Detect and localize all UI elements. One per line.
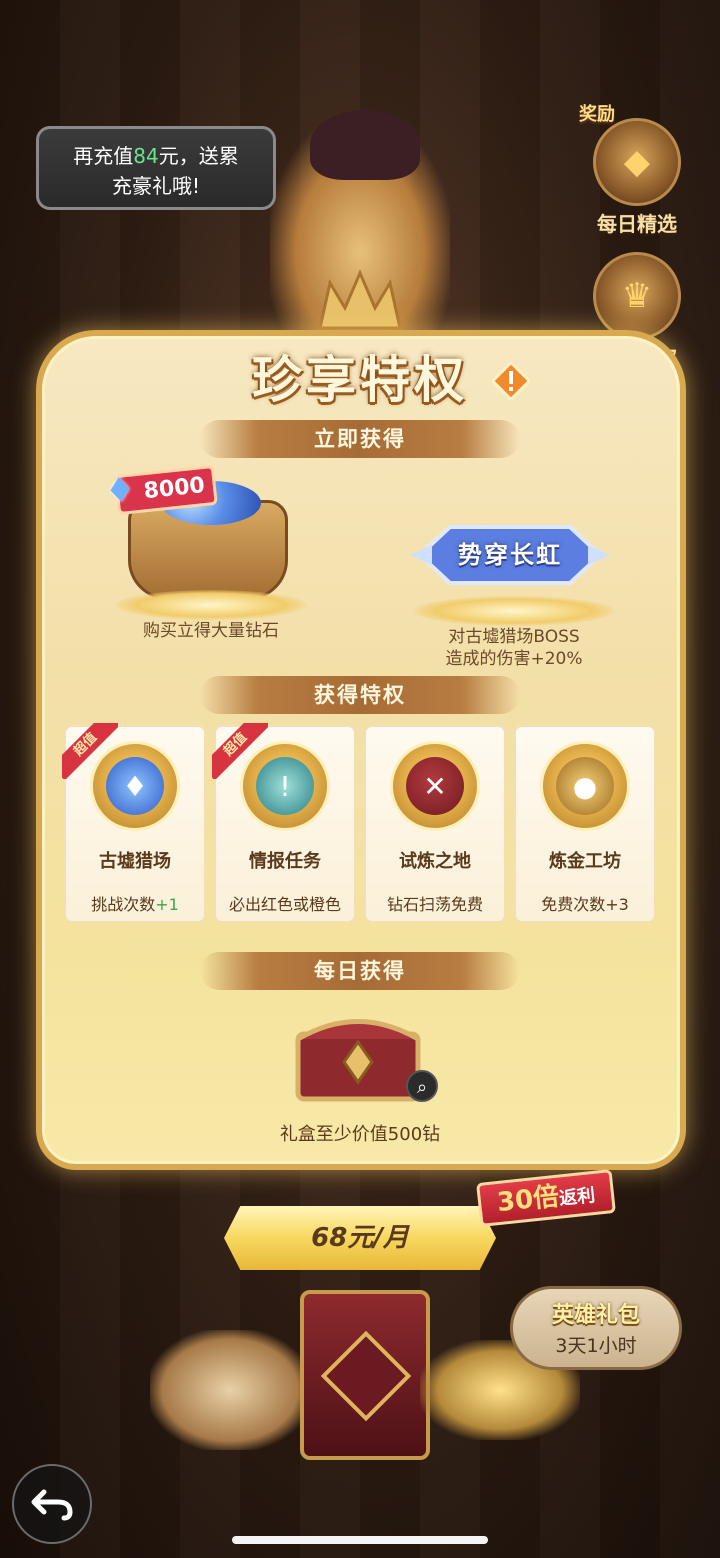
bubble-text-line2: 充豪礼哦! (111, 174, 201, 198)
scroll-pile-decoration (150, 1330, 310, 1450)
red-chest-decoration (300, 1290, 430, 1460)
pedestal (414, 596, 614, 626)
bubble-text-pre: 再充值 (73, 144, 134, 168)
diamond-bag-image (128, 481, 288, 600)
privilege-card[interactable]: ● 炼金工坊 免费次数+3 (514, 725, 656, 923)
reward-tag: 奖励 (579, 104, 615, 125)
emblem (320, 1330, 412, 1422)
privilege-name: 试炼之地 (399, 851, 471, 872)
privilege-desc: 钻石扫荡免费 (386, 895, 483, 914)
buff-name: 势穿长虹 (458, 541, 562, 569)
section-daily-header: 每日获得 (200, 952, 520, 990)
instant-buff-reward: 对古墟猎场BOSS 造成的伤害+20% (404, 596, 624, 670)
privilege-name: 古墟猎场 (99, 851, 171, 872)
bubble-amount: 84 (133, 144, 159, 168)
speech-bubble: 再充值84元，送累 充豪礼哦! (36, 126, 276, 210)
character-hat (310, 110, 420, 180)
privilege-desc: 必出红色或橙色 (228, 895, 341, 914)
privilege-crest-icon: ♛ (593, 252, 681, 340)
hero-pack-title: 英雄礼包 (551, 1303, 640, 1328)
privilege-card[interactable]: ✕ 试炼之地 钻石扫荡免费 (364, 725, 506, 923)
hero-pack-button[interactable]: 英雄礼包 3天1小时 (510, 1286, 682, 1370)
magnifier-icon[interactable]: ⌕ (406, 1070, 438, 1102)
daily-desc: 礼盒至少价值500钻 (279, 1124, 441, 1145)
privilege-desc: 免费次数+3 (541, 895, 629, 914)
intel-card-icon: ! (240, 741, 330, 831)
diamond-desc: 购买立得大量钻石 (143, 621, 279, 641)
crossed-swords-icon: ✕ (390, 741, 480, 831)
crown-ornament (318, 269, 402, 330)
privilege-desc: 挑战次数+1 (91, 895, 179, 914)
pedestal (116, 590, 306, 620)
daily-pick-button[interactable]: 奖励 ◆ 每日精选 (579, 104, 689, 237)
section-instant-header: 立即获得 (200, 420, 520, 458)
buff-desc-line2: 造成的伤害+20% (445, 649, 583, 669)
panel-title: 珍享特权 (252, 351, 468, 409)
buff-desc-line1: 对古墟猎场BOSS (448, 627, 580, 647)
bonus-value: +1 (155, 895, 179, 914)
info-warning-icon[interactable] (492, 362, 530, 400)
purchase-button[interactable]: 68元/月 (224, 1206, 496, 1270)
privilege-card[interactable]: 超值 ♦ 古墟猎场 挑战次数+1 (62, 723, 206, 923)
privilege-card[interactable]: 超值 ! 情报任务 必出红色或橙色 (212, 723, 356, 923)
section-privilege-header: 获得特权 (200, 676, 520, 714)
home-indicator[interactable] (232, 1536, 488, 1544)
instant-diamond-reward: 购买立得大量钻石 (116, 590, 306, 642)
back-button[interactable] (12, 1464, 92, 1544)
rebate-multiplier: 30倍 (495, 1181, 561, 1219)
privilege-name: 情报任务 (249, 851, 321, 872)
gold-bag-icon: ● (540, 741, 630, 831)
rebate-label: 返利 (558, 1184, 597, 1210)
privilege-name: 炼金工坊 (549, 851, 621, 872)
bubble-text-post: 元，送累 (158, 144, 239, 168)
back-arrow-icon (31, 1489, 73, 1521)
hero-pack-timer: 3天1小时 (555, 1335, 637, 1357)
daily-pick-label: 每日精选 (597, 212, 677, 236)
treasure-chest-icon: ◆ (593, 118, 681, 206)
diamond-icon: ♦ (90, 741, 180, 831)
